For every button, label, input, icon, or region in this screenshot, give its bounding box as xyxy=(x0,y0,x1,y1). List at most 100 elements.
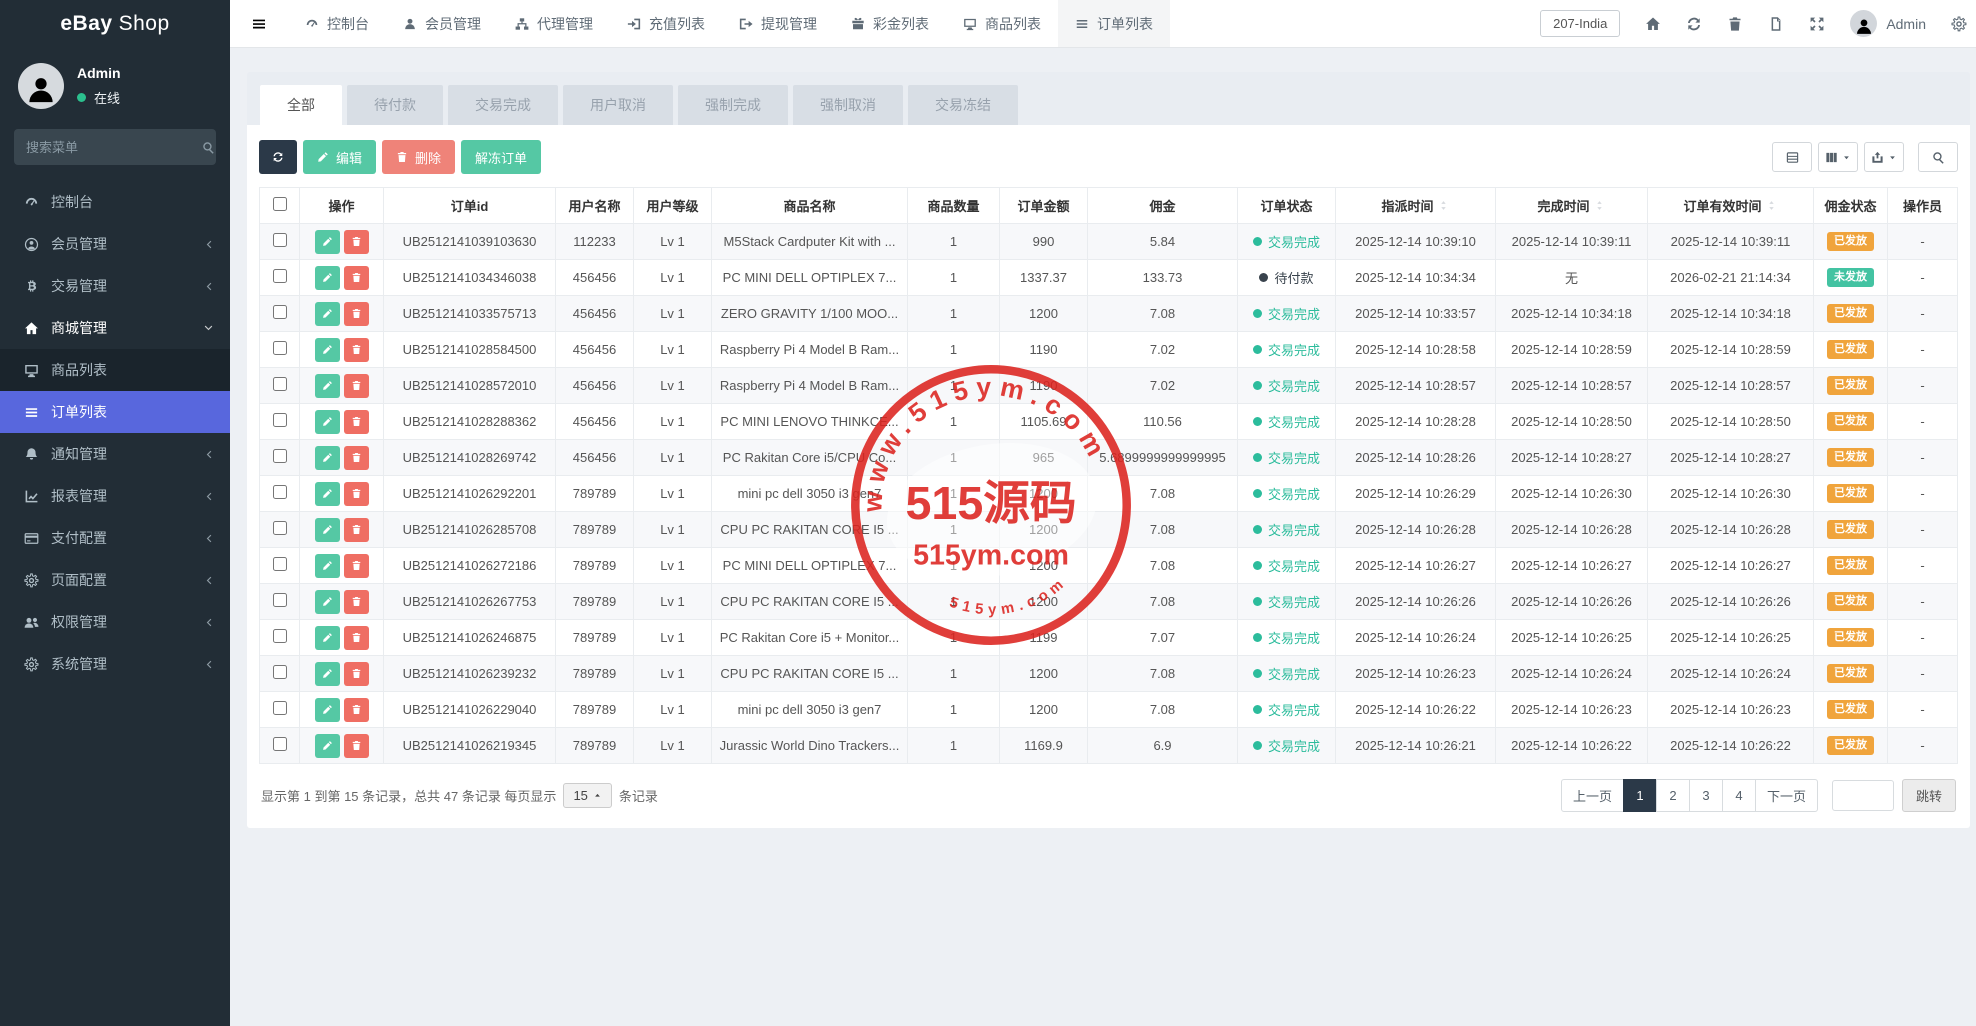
row-checkbox[interactable] xyxy=(273,701,287,715)
row-checkbox[interactable] xyxy=(273,449,287,463)
sidebar-search-input[interactable] xyxy=(26,140,202,155)
settings-cogs-icon[interactable] xyxy=(1951,16,1967,32)
jump-page-input[interactable] xyxy=(1832,780,1894,811)
fullscreen-icon[interactable] xyxy=(1809,16,1825,32)
row-delete-button[interactable] xyxy=(344,554,369,578)
sidebar-item-cogs[interactable]: 系统管理 xyxy=(0,643,230,685)
nav-item-sign-out[interactable]: 提现管理 xyxy=(722,0,834,47)
next-page-button[interactable]: 下一页 xyxy=(1755,779,1818,812)
nav-item-gift[interactable]: 彩金列表 xyxy=(834,0,946,47)
row-delete-button[interactable] xyxy=(344,518,369,542)
edit-button[interactable]: 编辑 xyxy=(303,140,376,174)
sidebar-item-user-circle[interactable]: 会员管理 xyxy=(0,223,230,265)
row-checkbox[interactable] xyxy=(273,377,287,391)
row-edit-button[interactable] xyxy=(315,590,340,614)
row-delete-button[interactable] xyxy=(344,698,369,722)
hamburger-menu-icon[interactable] xyxy=(230,0,288,47)
column-header-finish_time[interactable]: 完成时间 xyxy=(1496,188,1648,224)
row-edit-button[interactable] xyxy=(315,482,340,506)
row-edit-button[interactable] xyxy=(315,446,340,470)
row-checkbox[interactable] xyxy=(273,593,287,607)
search-view-button[interactable] xyxy=(1918,142,1958,172)
row-delete-button[interactable] xyxy=(344,230,369,254)
row-edit-button[interactable] xyxy=(315,662,340,686)
column-header-assign_time[interactable]: 指派时间 xyxy=(1336,188,1496,224)
sidebar-item-bell[interactable]: 通知管理 xyxy=(0,433,230,475)
page-size-select[interactable]: 15 xyxy=(563,783,611,808)
tab-全部[interactable]: 全部 xyxy=(260,85,342,125)
row-edit-button[interactable] xyxy=(315,518,340,542)
sidebar-item-credit-card[interactable]: 支付配置 xyxy=(0,517,230,559)
nav-item-list[interactable]: 订单列表 xyxy=(1058,0,1170,47)
home-icon[interactable] xyxy=(1645,16,1661,32)
jump-button[interactable]: 跳转 xyxy=(1902,779,1956,812)
sidebar-item-gauge[interactable]: 控制台 xyxy=(0,181,230,223)
sidebar-item-bitcoin[interactable]: 交易管理 xyxy=(0,265,230,307)
row-edit-button[interactable] xyxy=(315,410,340,434)
sidebar-item-list[interactable]: 订单列表 xyxy=(0,391,230,433)
nav-item-desktop[interactable]: 商品列表 xyxy=(946,0,1058,47)
row-checkbox[interactable] xyxy=(273,665,287,679)
nav-item-gauge[interactable]: 控制台 xyxy=(288,0,386,47)
row-edit-button[interactable] xyxy=(315,230,340,254)
trash-icon[interactable] xyxy=(1727,16,1743,32)
admin-profile[interactable]: Admin xyxy=(1850,10,1926,37)
tab-强制完成[interactable]: 强制完成 xyxy=(678,85,788,125)
row-delete-button[interactable] xyxy=(344,482,369,506)
row-delete-button[interactable] xyxy=(344,446,369,470)
tab-交易冻结[interactable]: 交易冻结 xyxy=(908,85,1018,125)
row-delete-button[interactable] xyxy=(344,410,369,434)
row-edit-button[interactable] xyxy=(315,374,340,398)
row-edit-button[interactable] xyxy=(315,554,340,578)
row-delete-button[interactable] xyxy=(344,338,369,362)
row-delete-button[interactable] xyxy=(344,626,369,650)
page-button-2[interactable]: 2 xyxy=(1656,779,1690,812)
tab-用户取消[interactable]: 用户取消 xyxy=(563,85,673,125)
row-delete-button[interactable] xyxy=(344,302,369,326)
row-checkbox[interactable] xyxy=(273,305,287,319)
row-edit-button[interactable] xyxy=(315,338,340,362)
tab-强制取消[interactable]: 强制取消 xyxy=(793,85,903,125)
sidebar-item-desktop[interactable]: 商品列表 xyxy=(0,349,230,391)
row-checkbox[interactable] xyxy=(273,413,287,427)
row-delete-button[interactable] xyxy=(344,374,369,398)
row-delete-button[interactable] xyxy=(344,662,369,686)
nav-item-sitemap[interactable]: 代理管理 xyxy=(498,0,610,47)
unfreeze-order-button[interactable]: 解冻订单 xyxy=(461,140,541,174)
sidebar-item-chart[interactable]: 报表管理 xyxy=(0,475,230,517)
column-header-valid_time[interactable]: 订单有效时间 xyxy=(1648,188,1814,224)
page-button-4[interactable]: 4 xyxy=(1722,779,1756,812)
nav-item-user[interactable]: 会员管理 xyxy=(386,0,498,47)
delete-button[interactable]: 删除 xyxy=(382,140,455,174)
row-edit-button[interactable] xyxy=(315,266,340,290)
sidebar-item-users[interactable]: 权限管理 xyxy=(0,601,230,643)
select-all-checkbox[interactable] xyxy=(273,197,287,211)
prev-page-button[interactable]: 上一页 xyxy=(1561,779,1624,812)
row-delete-button[interactable] xyxy=(344,266,369,290)
row-edit-button[interactable] xyxy=(315,302,340,326)
tab-交易完成[interactable]: 交易完成 xyxy=(448,85,558,125)
row-checkbox[interactable] xyxy=(273,233,287,247)
export-view-button[interactable] xyxy=(1864,142,1904,172)
row-checkbox[interactable] xyxy=(273,485,287,499)
toggle-view-button[interactable] xyxy=(1772,142,1812,172)
row-delete-button[interactable] xyxy=(344,590,369,614)
page-button-1[interactable]: 1 xyxy=(1623,779,1657,812)
row-edit-button[interactable] xyxy=(315,734,340,758)
document-icon[interactable] xyxy=(1768,16,1784,32)
row-edit-button[interactable] xyxy=(315,626,340,650)
row-checkbox[interactable] xyxy=(273,341,287,355)
refresh-button[interactable] xyxy=(259,140,297,174)
row-checkbox[interactable] xyxy=(273,737,287,751)
columns-view-button[interactable] xyxy=(1818,142,1858,172)
tab-待付款[interactable]: 待付款 xyxy=(347,85,443,125)
row-checkbox[interactable] xyxy=(273,557,287,571)
sidebar-item-cog[interactable]: 页面配置 xyxy=(0,559,230,601)
search-icon[interactable] xyxy=(202,141,215,154)
region-select-button[interactable]: 207-India xyxy=(1540,10,1620,37)
page-button-3[interactable]: 3 xyxy=(1689,779,1723,812)
row-delete-button[interactable] xyxy=(344,734,369,758)
row-edit-button[interactable] xyxy=(315,698,340,722)
row-checkbox[interactable] xyxy=(273,521,287,535)
sidebar-item-home[interactable]: 商城管理 xyxy=(0,307,230,349)
